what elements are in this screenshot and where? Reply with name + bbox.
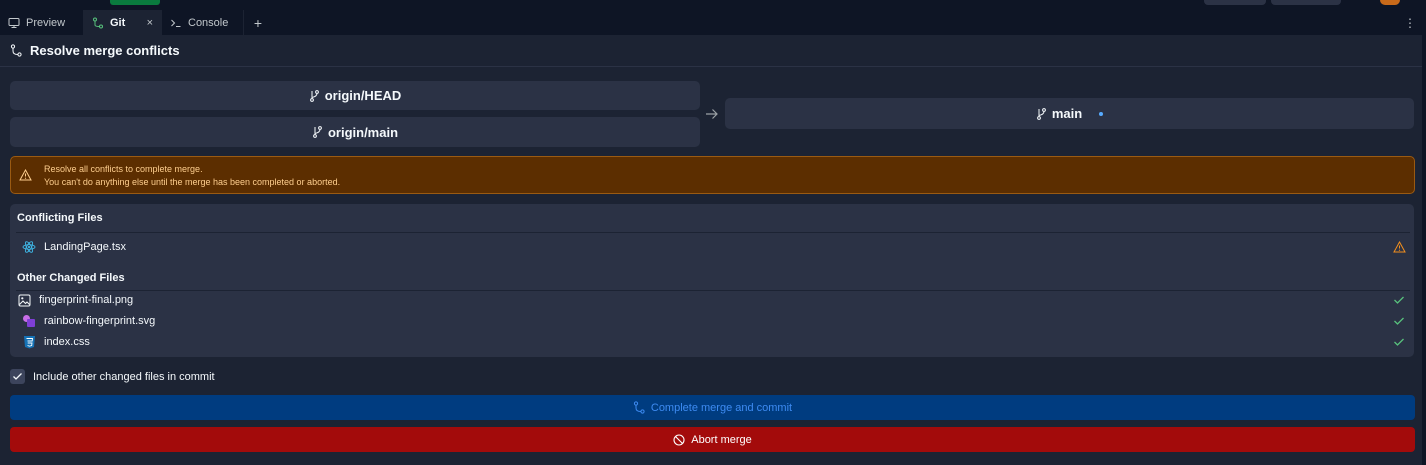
complete-merge-label: Complete merge and commit bbox=[650, 401, 793, 414]
tab-label: Console bbox=[188, 16, 229, 29]
merge-icon bbox=[10, 44, 22, 57]
top-strip bbox=[0, 0, 1426, 10]
toolbar-pill[interactable] bbox=[1271, 0, 1341, 5]
image-icon bbox=[18, 294, 31, 307]
git-icon bbox=[92, 17, 104, 29]
branch-name: origin/main bbox=[327, 124, 399, 140]
add-tab-button[interactable]: + bbox=[244, 10, 272, 35]
check-icon bbox=[1392, 314, 1406, 328]
tab-preview[interactable]: Preview bbox=[0, 10, 84, 35]
changed-file-row[interactable]: fingerprint-final.png bbox=[16, 290, 1406, 310]
monitor-icon bbox=[8, 17, 20, 29]
other-files-heading: Other Changed Files bbox=[17, 272, 125, 284]
avatar[interactable] bbox=[1380, 0, 1400, 5]
source-branch-origin-head: origin/HEAD bbox=[10, 81, 700, 110]
arrow-right-icon bbox=[705, 107, 719, 121]
tab-console[interactable]: Console bbox=[162, 10, 244, 35]
merge-warning-banner: Resolve all conflicts to complete merge.… bbox=[10, 156, 1415, 194]
complete-merge-button[interactable]: Complete merge and commit bbox=[10, 395, 1415, 420]
branch-icon bbox=[312, 126, 323, 138]
tab-label: Git bbox=[110, 16, 126, 29]
tab-label: Preview bbox=[26, 16, 66, 29]
changed-file-row[interactable]: index.css bbox=[16, 332, 1406, 352]
file-name: fingerprint-final.png bbox=[39, 294, 134, 306]
conflict-file-row[interactable]: LandingPage.tsx bbox=[16, 237, 1406, 257]
divider bbox=[16, 232, 1410, 233]
file-name: LandingPage.tsx bbox=[44, 241, 126, 253]
abort-merge-button[interactable]: Abort merge bbox=[10, 427, 1415, 452]
tab-bar: Preview Git × Console + ⋮ bbox=[0, 10, 1422, 35]
terminal-icon bbox=[170, 17, 182, 29]
branch-name: origin/HEAD bbox=[324, 88, 402, 103]
current-branch-indicator bbox=[1099, 111, 1104, 116]
more-options-icon[interactable]: ⋮ bbox=[1398, 10, 1422, 35]
conflicting-files-heading: Conflicting Files bbox=[17, 212, 103, 224]
file-name: index.css bbox=[44, 336, 90, 348]
css-icon bbox=[23, 335, 36, 349]
branch-name: main bbox=[1051, 106, 1083, 121]
include-files-checkbox[interactable] bbox=[10, 369, 25, 384]
run-button-edge[interactable] bbox=[110, 0, 160, 5]
panel-header: Resolve merge conflicts bbox=[0, 35, 1422, 67]
warning-icon bbox=[1392, 240, 1406, 254]
changed-file-row[interactable]: rainbow-fingerprint.svg bbox=[16, 311, 1406, 331]
source-branch-origin-main: origin/main bbox=[10, 117, 700, 147]
warning-detail: You can't do anything else until the mer… bbox=[44, 176, 341, 187]
svg-shapes-icon bbox=[22, 314, 36, 328]
file-name: rainbow-fingerprint.svg bbox=[44, 315, 156, 327]
abort-merge-label: Abort merge bbox=[691, 433, 752, 446]
include-files-option[interactable]: Include other changed files in commit bbox=[10, 368, 215, 385]
check-icon bbox=[1392, 293, 1406, 307]
prohibited-icon bbox=[673, 433, 685, 446]
warning-title: Resolve all conflicts to complete merge. bbox=[44, 163, 203, 174]
merge-icon bbox=[633, 401, 645, 414]
tab-git[interactable]: Git × bbox=[84, 10, 162, 35]
changed-files-panel: Conflicting Files LandingPage.tsx Other … bbox=[10, 204, 1414, 357]
toolbar-pill[interactable] bbox=[1204, 0, 1266, 5]
branch-icon bbox=[309, 89, 320, 102]
branch-icon bbox=[1036, 107, 1047, 120]
page-title: Resolve merge conflicts bbox=[30, 43, 180, 58]
react-icon bbox=[22, 240, 36, 254]
include-files-label: Include other changed files in commit bbox=[33, 370, 215, 383]
scrollbar[interactable] bbox=[1422, 10, 1426, 465]
warning-icon bbox=[19, 169, 32, 181]
close-icon[interactable]: × bbox=[147, 17, 153, 29]
target-branch-main: main bbox=[725, 98, 1414, 129]
check-icon bbox=[1392, 335, 1406, 349]
